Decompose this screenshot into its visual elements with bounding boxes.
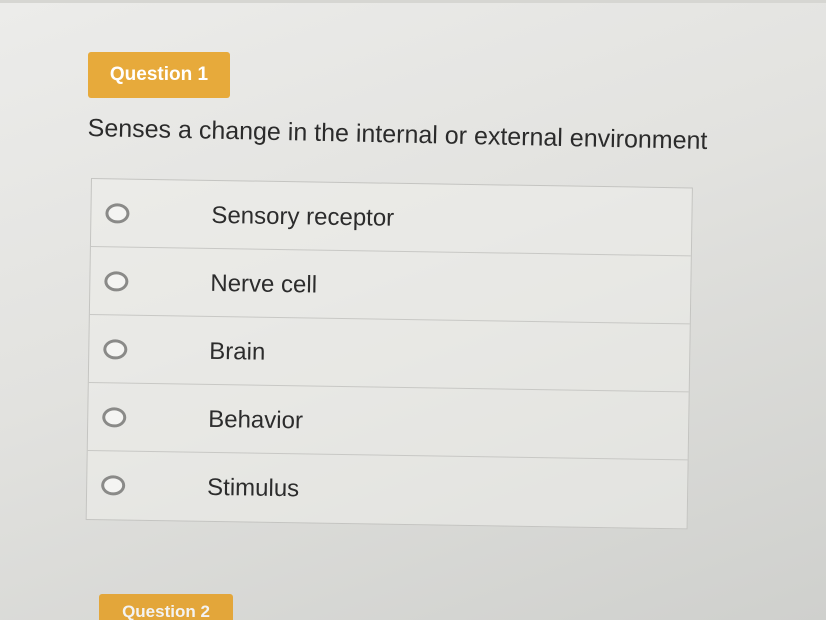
- radio-button-icon[interactable]: [105, 203, 130, 224]
- answer-option-brain[interactable]: Brain: [88, 314, 690, 393]
- answer-label[interactable]: Stimulus: [207, 474, 299, 503]
- question-number-badge: Question 1: [88, 52, 230, 98]
- question-prompt: Senses a change in the internal or exter…: [87, 114, 708, 155]
- answer-option-nerve-cell[interactable]: Nerve cell: [89, 247, 691, 325]
- answer-label[interactable]: Sensory receptor: [211, 202, 394, 233]
- next-question-badge: Question 2: [99, 594, 233, 620]
- answer-option-stimulus[interactable]: Stimulus: [87, 451, 688, 528]
- answer-label[interactable]: Behavior: [208, 406, 303, 435]
- radio-button-icon[interactable]: [104, 271, 129, 292]
- answer-list: Sensory receptor Nerve cell Brain Behavi…: [85, 178, 693, 530]
- answer-option-sensory-receptor[interactable]: Sensory receptor: [90, 179, 692, 257]
- answer-label[interactable]: Nerve cell: [210, 270, 317, 300]
- answer-option-behavior[interactable]: Behavior: [87, 382, 689, 461]
- radio-button-icon[interactable]: [103, 339, 128, 360]
- answer-label[interactable]: Brain: [209, 338, 265, 367]
- top-border: [0, 0, 826, 3]
- radio-button-icon[interactable]: [102, 407, 127, 428]
- radio-button-icon[interactable]: [101, 475, 126, 496]
